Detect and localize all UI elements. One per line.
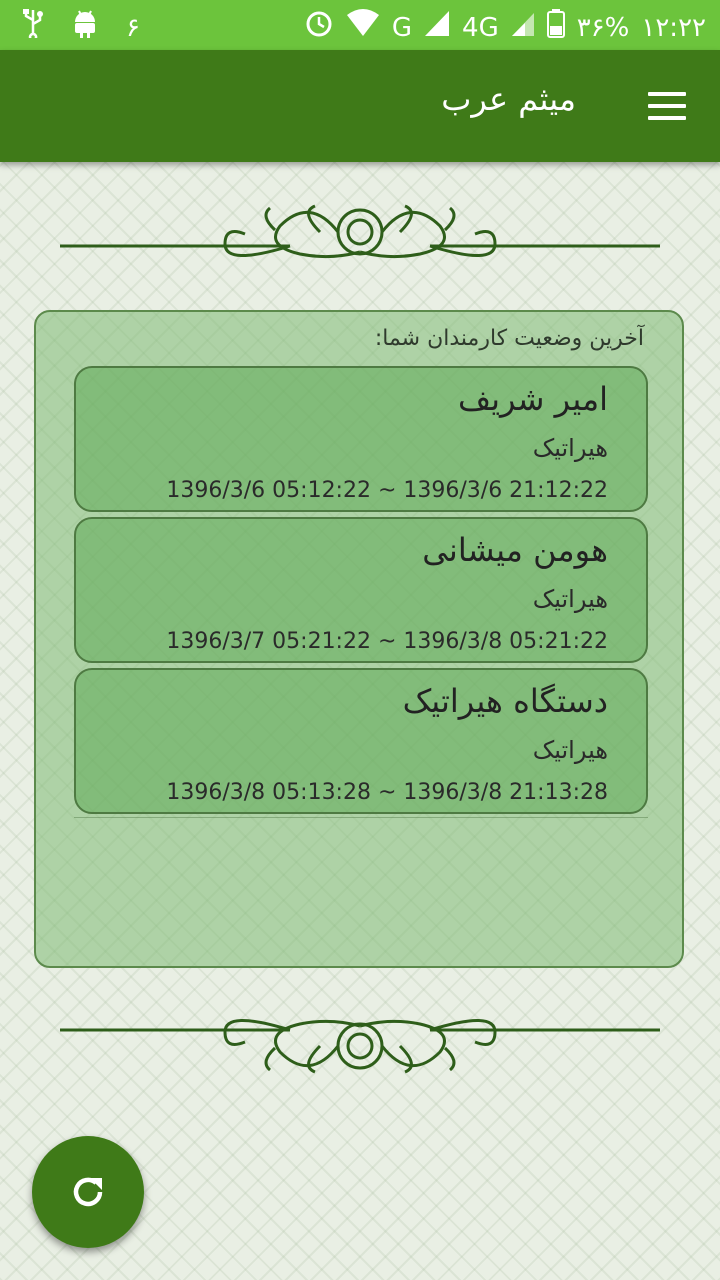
employee-name: هومن میشانی	[422, 531, 608, 569]
menu-button[interactable]	[642, 84, 694, 128]
employee-time-range: 1396/3/7 05:21:22 ~ 1396/3/8 05:21:22	[166, 629, 608, 654]
list-item[interactable]: هومن میشانی هیراتیک 1396/3/7 05:21:22 ~ …	[74, 517, 648, 663]
list-divider	[74, 817, 648, 818]
employee-status-panel: آخرین وضعیت کارمندان شما: امیر شریف هیرا…	[34, 310, 684, 968]
network-type-g: G	[391, 12, 413, 43]
refresh-icon	[73, 1177, 103, 1207]
status-bar: ۶ G 4G ۳۶% ۱۲:۲۲	[0, 0, 720, 50]
top-ornament-divider	[60, 204, 660, 259]
employee-time-range: 1396/3/8 05:13:28 ~ 1396/3/8 21:13:28	[166, 780, 608, 805]
employee-time-range: 1396/3/6 05:12:22 ~ 1396/3/6 21:12:22	[166, 478, 608, 503]
battery-icon	[546, 8, 565, 47]
employee-name: امیر شریف	[457, 380, 608, 418]
hamburger-line	[648, 104, 686, 108]
hamburger-menu-icon	[648, 92, 686, 96]
bottom-ornament-divider	[60, 1019, 660, 1074]
wifi-icon	[346, 9, 380, 46]
employee-name: دستگاه هیراتیک	[402, 682, 608, 720]
employee-company: هیراتیک	[532, 434, 608, 462]
battery-percent: ۳۶%	[576, 12, 630, 43]
signal-icon-2	[511, 9, 535, 46]
refresh-button[interactable]	[32, 1136, 144, 1248]
employee-company: هیراتیک	[532, 585, 608, 613]
android-icon	[72, 8, 98, 47]
employee-company: هیراتیک	[532, 736, 608, 764]
usb-icon	[22, 8, 44, 47]
app-title: میثم عرب	[441, 80, 576, 118]
notification-count: ۶	[126, 12, 140, 43]
panel-caption: آخرین وضعیت کارمندان شما:	[374, 326, 644, 351]
list-item[interactable]: دستگاه هیراتیک هیراتیک 1396/3/8 05:13:28…	[74, 668, 648, 814]
list-item[interactable]: امیر شریف هیراتیک 1396/3/6 05:12:22 ~ 13…	[74, 366, 648, 512]
app-bar: میثم عرب	[0, 50, 720, 162]
signal-icon	[424, 9, 450, 46]
network-type-4g: 4G	[462, 12, 499, 43]
clock: ۱۲:۲۲	[641, 12, 706, 43]
hamburger-line	[648, 116, 686, 120]
alarm-icon	[304, 8, 334, 47]
